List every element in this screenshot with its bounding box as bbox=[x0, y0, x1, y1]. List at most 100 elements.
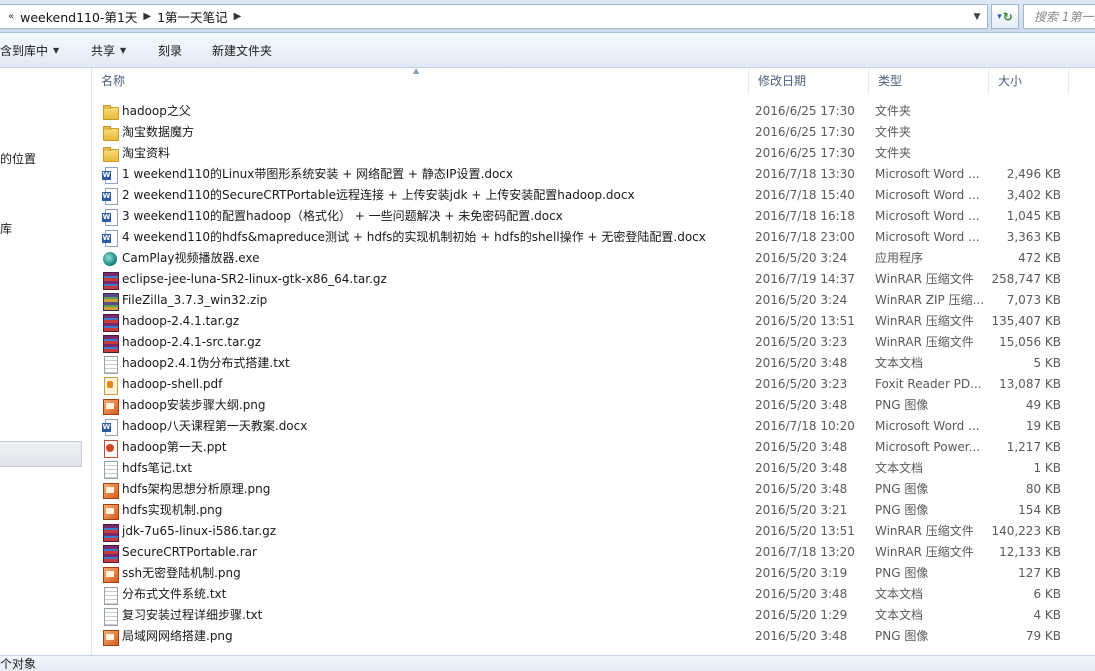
chevron-right-icon[interactable]: ▶ bbox=[137, 11, 157, 22]
column-header-size[interactable]: 大小 bbox=[989, 68, 1069, 94]
file-row[interactable]: eclipse-jee-luna-SR2-linux-gtk-x86_64.ta… bbox=[92, 269, 1095, 290]
winrar-archive-icon bbox=[102, 545, 119, 563]
file-row[interactable]: 分布式文件系统.txt 2016/5/20 3:48 文本文档 6 KB bbox=[92, 584, 1095, 605]
file-size: 135,407 KB bbox=[991, 314, 1061, 328]
file-type: 文本文档 bbox=[875, 608, 924, 622]
file-date: 2016/7/18 16:18 bbox=[755, 209, 855, 223]
file-row[interactable]: 3 weekend110的配置hadoop（格式化） + 一些问题解决 + 未免… bbox=[92, 206, 1095, 227]
file-size: 79 KB bbox=[1025, 629, 1061, 643]
file-type: Microsoft Word ... bbox=[875, 167, 980, 181]
file-name: hadoop-2.4.1-src.tar.gz bbox=[122, 335, 262, 349]
file-date: 2016/6/25 17:30 bbox=[755, 146, 855, 160]
text-file-icon bbox=[102, 461, 118, 479]
file-row[interactable]: hdfs实现机制.png 2016/5/20 3:21 PNG 图像 154 KB bbox=[92, 500, 1095, 521]
file-size: 258,747 KB bbox=[991, 272, 1061, 286]
file-date: 2016/5/20 3:19 bbox=[755, 566, 848, 580]
search-input[interactable]: 搜索 1第一... bbox=[1023, 4, 1095, 29]
file-row[interactable]: hadoop-shell.pdf 2016/5/20 3:23 Foxit Read… bbox=[92, 374, 1095, 395]
file-size: 7,073 KB bbox=[1006, 293, 1061, 307]
file-row[interactable]: hdfs架构思想分析原理.png 2016/5/20 3:48 PNG 图像 80 K… bbox=[92, 479, 1095, 500]
file-name: hadoop八天课程第一天教案.docx bbox=[122, 419, 308, 433]
file-name: hadoop安装步骤大纲.png bbox=[122, 398, 266, 412]
file-row[interactable]: hdfs笔记.txt 2016/5/20 3:48 文本文档 1 KB bbox=[92, 458, 1095, 479]
file-row[interactable]: ssh无密登陆机制.png 2016/5/20 3:19 PNG 图像 127 KB bbox=[92, 563, 1095, 584]
file-name: eclipse-jee-luna-SR2-linux-gtk-x86_64.ta… bbox=[122, 272, 387, 286]
file-date: 2016/5/20 3:48 bbox=[755, 461, 848, 475]
file-type: 应用程序 bbox=[875, 251, 924, 265]
new-folder-button[interactable]: 新建文件夹 bbox=[212, 42, 272, 59]
nav-item-libraries[interactable]: 库 bbox=[0, 220, 12, 237]
chevron-right-icon[interactable]: « bbox=[2, 11, 20, 22]
image-file-icon bbox=[102, 503, 119, 520]
file-date: 2016/7/18 23:00 bbox=[755, 230, 855, 244]
file-row[interactable]: jdk-7u65-linux-i586.tar.gz 2016/5/20 13:5… bbox=[92, 521, 1095, 542]
file-row[interactable]: hadoop八天课程第一天教案.docx 2016/7/18 10:20 Micro… bbox=[92, 416, 1095, 437]
column-header-type[interactable]: 类型 bbox=[869, 68, 989, 94]
nav-item-locations[interactable]: 的位置 bbox=[0, 150, 36, 167]
file-size: 13,087 KB bbox=[999, 377, 1061, 391]
file-row[interactable]: 局域网网络搭建.png 2016/5/20 3:48 PNG 图像 79 KB bbox=[92, 626, 1095, 647]
file-type: WinRAR ZIP 压缩... bbox=[875, 293, 985, 307]
file-row[interactable]: hadoop2.4.1伪分布式搭建.txt 2016/5/20 3:48 文本文档 5… bbox=[92, 353, 1095, 374]
column-header: 名称 ▲ 修改日期 类型 大小 bbox=[92, 66, 1095, 94]
sort-ascending-icon: ▲ bbox=[413, 66, 420, 75]
file-size: 140,223 KB bbox=[991, 524, 1061, 538]
file-row[interactable]: 复习安装过程详细步骤.txt 2016/5/20 1:29 文本文档 4 KB bbox=[92, 605, 1095, 626]
file-row[interactable]: 4 weekend110的hdfs&mapreduce测试 + hdfs的实现机… bbox=[92, 227, 1095, 248]
breadcrumb[interactable]: « weekend110-第1天 ▶ 1第一天笔记 ▶ bbox=[0, 4, 988, 29]
nav-item-selected[interactable] bbox=[0, 441, 82, 467]
file-date: 2016/5/20 3:48 bbox=[755, 398, 848, 412]
file-name: jdk-7u65-linux-i586.tar.gz bbox=[122, 524, 277, 538]
file-row[interactable]: 淘宝资料 2016/6/25 17:30 文件夹 bbox=[92, 143, 1095, 164]
word-document-icon bbox=[102, 419, 118, 436]
file-date: 2016/5/20 13:51 bbox=[755, 314, 855, 328]
file-date: 2016/5/20 3:23 bbox=[755, 377, 848, 391]
column-header-name[interactable]: 名称 bbox=[92, 68, 749, 94]
file-type: WinRAR 压缩文件 bbox=[875, 524, 974, 538]
file-name: 1 weekend110的Linux带图形系统安装 + 网络配置 + 静态IP设… bbox=[122, 167, 514, 181]
file-row[interactable]: 淘宝数据魔方 2016/6/25 17:30 文件夹 bbox=[92, 122, 1095, 143]
refresh-button[interactable]: ▾ ↻ bbox=[991, 4, 1019, 29]
breadcrumb-item-notes[interactable]: 1第一天笔记 bbox=[157, 7, 227, 26]
file-name: 3 weekend110的配置hadoop（格式化） + 一些问题解决 + 未免… bbox=[122, 209, 563, 223]
file-row[interactable]: hadoop-2.4.1.tar.gz 2016/5/20 13:51 WinRAR… bbox=[92, 311, 1095, 332]
column-header-date[interactable]: 修改日期 bbox=[749, 68, 869, 94]
file-type: 文件夹 bbox=[875, 146, 912, 160]
word-document-icon bbox=[102, 209, 118, 226]
file-row[interactable]: hadoop-2.4.1-src.tar.gz 2016/5/20 3:23 Win… bbox=[92, 332, 1095, 353]
file-type: PNG 图像 bbox=[875, 629, 929, 643]
winrar-archive-icon bbox=[102, 314, 119, 332]
file-size: 5 KB bbox=[1033, 356, 1061, 370]
file-date: 2016/6/25 17:30 bbox=[755, 125, 855, 139]
file-name: hadoop之父 bbox=[122, 104, 191, 118]
powerpoint-file-icon bbox=[102, 440, 118, 458]
file-name: CamPlay视频播放器.exe bbox=[122, 251, 260, 265]
file-type: Microsoft Word ... bbox=[875, 230, 980, 244]
file-row[interactable]: FileZilla_3.7.3_win32.zip 2016/5/20 3:24 W… bbox=[92, 290, 1095, 311]
file-row[interactable]: SecureCRTPortable.rar 2016/7/18 13:20 WinR… bbox=[92, 542, 1095, 563]
file-size: 3,402 KB bbox=[1006, 188, 1061, 202]
breadcrumb-item-weekend110[interactable]: weekend110-第1天 bbox=[20, 7, 137, 26]
file-size: 49 KB bbox=[1025, 398, 1061, 412]
chevron-right-icon[interactable]: ▶ bbox=[228, 11, 248, 22]
burn-button[interactable]: 刻录 bbox=[158, 42, 182, 59]
file-name: hdfs架构思想分析原理.png bbox=[122, 482, 271, 496]
chevron-down-icon: ▾ bbox=[997, 11, 1002, 22]
file-name: hadoop2.4.1伪分布式搭建.txt bbox=[122, 356, 290, 370]
address-dropdown-icon[interactable]: ▼ bbox=[967, 5, 987, 28]
file-row[interactable]: hadoop第一天.ppt 2016/5/20 3:48 Microsoft Pow… bbox=[92, 437, 1095, 458]
share-button[interactable]: 共享 ▼ bbox=[91, 42, 126, 59]
file-type: Microsoft Word ... bbox=[875, 188, 980, 202]
file-row[interactable]: 1 weekend110的Linux带图形系统安装 + 网络配置 + 静态IP设… bbox=[92, 164, 1095, 185]
file-date: 2016/5/20 3:48 bbox=[755, 629, 848, 643]
file-type: WinRAR 压缩文件 bbox=[875, 545, 974, 559]
file-row[interactable]: 2 weekend110的SecureCRTPortable远程连接 + 上传安… bbox=[92, 185, 1095, 206]
file-date: 2016/5/20 3:24 bbox=[755, 251, 848, 265]
file-row[interactable]: hadoop安装步骤大纲.png 2016/5/20 3:48 PNG 图像 49 K… bbox=[92, 395, 1095, 416]
file-date: 2016/5/20 1:29 bbox=[755, 608, 848, 622]
address-bar: « weekend110-第1天 ▶ 1第一天笔记 ▶ ▼ ▾ ↻ 搜索 1第一… bbox=[0, 0, 1095, 33]
file-row[interactable]: CamPlay视频播放器.exe 2016/5/20 3:24 应用程序 472 KB bbox=[92, 248, 1095, 269]
include-library-button[interactable]: 含到库中 ▼ bbox=[0, 42, 59, 59]
file-date: 2016/7/19 14:37 bbox=[755, 272, 855, 286]
file-row[interactable]: hadoop之父 2016/6/25 17:30 文件夹 bbox=[92, 101, 1095, 122]
